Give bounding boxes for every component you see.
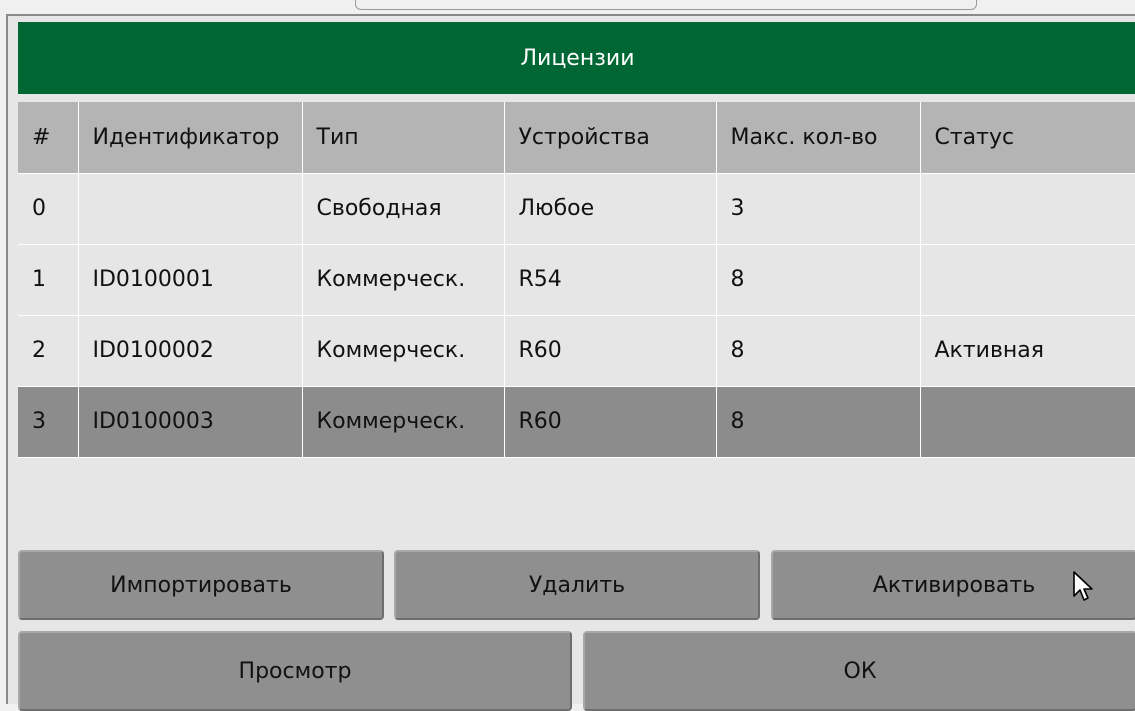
column-header-max-count[interactable]: Макс. кол-во xyxy=(716,102,921,174)
cell-status xyxy=(920,173,1135,245)
mouse-pointer-icon xyxy=(1073,571,1093,601)
import-button[interactable]: Импортировать xyxy=(18,550,384,620)
cell-max-count: 8 xyxy=(716,244,921,316)
cell-max-count: 8 xyxy=(716,315,921,387)
cell-type: Коммерческ. xyxy=(302,244,505,316)
table-empty-area xyxy=(18,476,1135,550)
cell-identifier xyxy=(78,173,303,245)
cell-status: Активная xyxy=(920,315,1135,387)
cell-status xyxy=(920,244,1135,316)
cell-type: Коммерческ. xyxy=(302,386,505,458)
cell-number: 1 xyxy=(18,244,79,316)
cell-max-count: 3 xyxy=(716,173,921,245)
column-header-type[interactable]: Тип xyxy=(302,102,505,174)
cell-devices: R60 xyxy=(504,315,717,387)
view-button[interactable]: Просмотр xyxy=(18,631,572,711)
cell-number: 2 xyxy=(18,315,79,387)
cell-devices: R60 xyxy=(504,386,717,458)
column-header-number[interactable]: # xyxy=(18,102,79,174)
cell-devices: R54 xyxy=(504,244,717,316)
column-header-identifier[interactable]: Идентификатор xyxy=(78,102,303,174)
ok-button[interactable]: ОК xyxy=(583,631,1135,711)
cell-identifier: ID0100002 xyxy=(78,315,303,387)
cell-type: Свободная xyxy=(302,173,505,245)
cell-number: 3 xyxy=(18,386,79,458)
table-row-selected[interactable]: 3 ID0100003 Коммерческ. R60 8 xyxy=(18,386,1135,458)
cell-identifier: ID0100003 xyxy=(78,386,303,458)
licenses-dialog: Лицензии # Идентификатор Тип Устройства … xyxy=(6,14,1135,711)
table-row[interactable]: 0 Свободная Любое 3 xyxy=(18,173,1135,245)
cell-identifier: ID0100001 xyxy=(78,244,303,316)
dialog-title: Лицензии xyxy=(18,22,1135,94)
cell-status xyxy=(920,386,1135,458)
column-header-status[interactable]: Статус xyxy=(920,102,1135,174)
licenses-table: # Идентификатор Тип Устройства Макс. кол… xyxy=(18,102,1135,458)
table-row[interactable]: 2 ID0100002 Коммерческ. R60 8 Активная xyxy=(18,315,1135,387)
delete-button[interactable]: Удалить xyxy=(394,550,760,620)
cell-devices: Любое xyxy=(504,173,717,245)
table-row[interactable]: 1 ID0100001 Коммерческ. R54 8 xyxy=(18,244,1135,316)
cell-number: 0 xyxy=(18,173,79,245)
cell-max-count: 8 xyxy=(716,386,921,458)
cell-type: Коммерческ. xyxy=(302,315,505,387)
top-tab-edge xyxy=(355,0,977,10)
table-header-row: # Идентификатор Тип Устройства Макс. кол… xyxy=(18,102,1135,174)
column-header-devices[interactable]: Устройства xyxy=(504,102,717,174)
